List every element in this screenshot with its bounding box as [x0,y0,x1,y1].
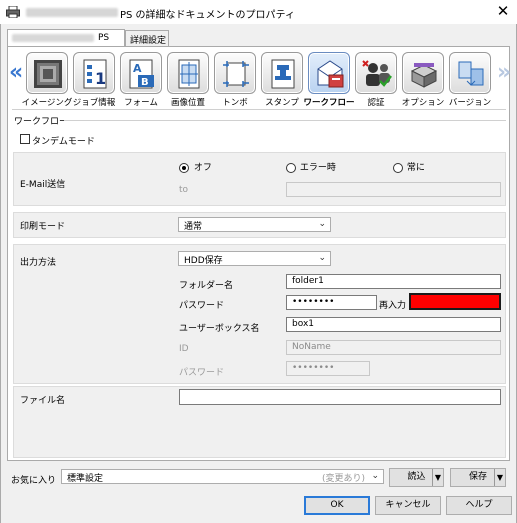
toolbar-label: トンボ [222,98,248,108]
redacted-printer-name [26,8,118,17]
tab-label: 詳細設定 [130,36,167,46]
save-label: 保存 [468,472,487,482]
imaging-icon [34,60,62,88]
load-button[interactable]: 読込 ▼ [389,468,444,487]
password-field[interactable]: •••••••• [286,295,377,310]
group-label: ワークフロー [14,117,69,127]
help-button[interactable]: ヘルプ [446,496,512,515]
reenter-password-field[interactable] [409,293,501,310]
select-value: 通常 [184,222,203,232]
tandem-mode-checkbox[interactable] [20,134,30,144]
to-label: to [179,185,189,195]
toolbar-job-info[interactable]: 1 [73,52,115,94]
id-password-label: パスワード [179,368,225,378]
job-info-icon: 1 [83,59,107,89]
favorites-label: お気に入り [11,476,57,486]
output-label: 出力方法 [20,258,57,268]
toolbar-image-position[interactable] [167,52,209,94]
toolbar-label: 認証 [367,98,385,108]
print-mode-select[interactable]: 通常 ⌄ [178,217,331,232]
reenter-label: 再入力 [379,301,407,311]
toolbar-authentication[interactable] [355,52,397,94]
folder-field[interactable]: folder1 [286,274,501,289]
toolbar-label: ジョブ情報 [72,98,116,108]
crop-mark-icon [223,61,249,87]
radio-off-icon [286,162,296,173]
radio-on-icon [179,162,189,173]
id-field: NoName [286,340,501,355]
tab-ps[interactable]: PS [7,29,125,47]
tab-label: PS [98,33,110,43]
redacted-printer-name [12,34,94,42]
filename-label: ファイル名 [20,396,66,406]
filename-field[interactable] [179,389,501,405]
toolbar-label: スタンプ [265,98,299,108]
scroll-right-arrow-icon[interactable]: » [497,60,511,88]
toolbar-label: 画像位置 [170,98,205,108]
to-field [286,182,501,197]
ok-button[interactable]: OK [304,496,370,515]
folder-label: フォルダー名 [179,281,234,291]
option-icon [410,63,438,88]
save-button[interactable]: 保存 ▼ [450,468,506,487]
toolbar-workflow[interactable] [308,52,350,94]
toolbar-imaging[interactable] [26,52,68,94]
select-value: HDD保存 [184,256,223,266]
window-title: PS の詳細なドキュメントのプロパティ [120,10,295,21]
toolbar-label: イメージング [21,98,73,108]
svg-text:A: A [133,62,142,75]
email-option-label: 常に [406,163,425,173]
id-password-field: •••••••• [286,361,370,376]
load-label: 読込 [407,472,426,482]
toolbar-stamp[interactable] [261,52,303,94]
svg-text:B: B [141,77,149,88]
email-section [13,152,506,206]
email-option-always[interactable]: 常に [393,160,425,173]
toolbar-label: フォーム [124,98,158,108]
divider [12,109,506,110]
toolbar-label: オプション [401,98,445,108]
toolbar-option[interactable] [402,52,444,94]
chevron-down-icon: ⌄ [371,471,379,481]
email-option-error[interactable]: エラー時 [286,160,336,173]
dropdown-arrow-icon[interactable]: ▼ [493,469,503,486]
printer-icon [6,6,20,18]
email-option-label: エラー時 [299,163,336,173]
dropdown-arrow-icon[interactable]: ▼ [431,469,441,486]
cancel-button[interactable]: キャンセル [375,496,441,515]
userbox-label: ユーザーボックス名 [179,324,260,334]
authentication-icon [362,60,392,87]
close-button[interactable]: ✕ [494,2,512,20]
id-label: ID [179,344,189,354]
changed-indicator: (変更あり) [321,474,365,484]
email-option-off[interactable]: オフ [179,160,212,173]
output-method-select[interactable]: HDD保存 ⌄ [178,251,331,266]
workflow-icon [317,60,344,88]
form-icon: A B [129,59,154,89]
stamp-icon [271,59,295,89]
tab-advanced[interactable]: 詳細設定 [125,30,169,46]
chevron-down-icon: ⌄ [318,219,326,229]
version-icon [458,61,484,86]
title-bar: PS の詳細なドキュメントのプロパティ ✕ [0,0,517,24]
select-value: 標準設定 [67,474,104,484]
toolbar-label: ワークフロー [303,98,355,108]
toolbar-label: バージョン [448,98,492,108]
userbox-field[interactable]: box1 [286,317,501,332]
divider [64,120,506,121]
password-label: パスワード [179,301,225,311]
favorites-select[interactable]: 標準設定 (変更あり) ⌄ [61,469,384,484]
image-position-icon [178,59,200,89]
tandem-mode-label: タンデムモード [32,137,95,147]
scroll-left-arrow-icon[interactable]: « [9,60,23,88]
email-option-label: オフ [193,163,212,173]
toolbar-version[interactable] [449,52,491,94]
print-mode-label: 印刷モード [20,222,66,232]
toolbar-form[interactable]: A B [120,52,162,94]
toolbar-crop-mark[interactable] [214,52,256,94]
radio-off-icon [393,162,403,173]
email-label: E-Mail送信 [20,180,66,190]
svg-text:1: 1 [95,69,106,88]
chevron-down-icon: ⌄ [318,253,326,263]
